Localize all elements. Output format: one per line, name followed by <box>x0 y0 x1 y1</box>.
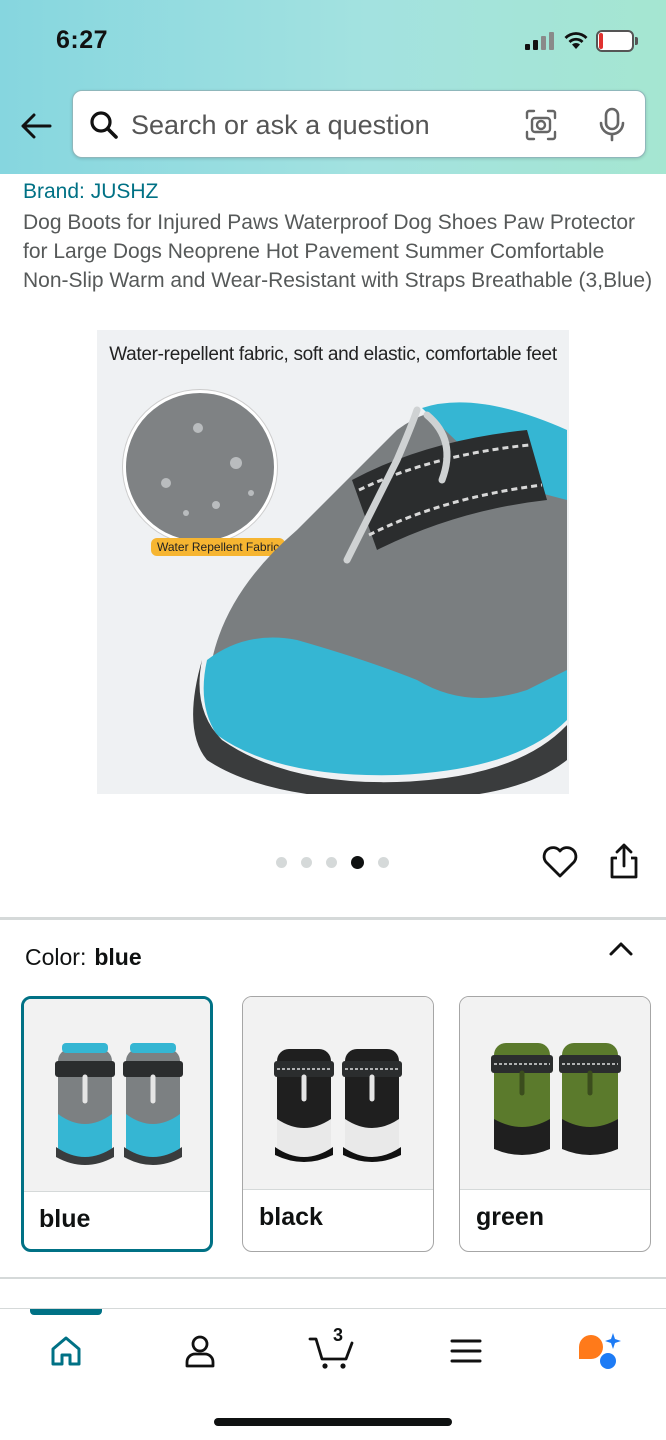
camera-scan-icon[interactable] <box>525 109 557 141</box>
active-tab-indicator <box>30 1309 102 1315</box>
color-option-label: black <box>259 1203 323 1231</box>
battery-indicator: 11 <box>596 30 638 52</box>
swatch-image <box>460 997 650 1189</box>
status-time: 6:27 <box>56 26 109 54</box>
swatch-image <box>243 997 433 1189</box>
search-input[interactable] <box>131 103 501 147</box>
share-icon[interactable] <box>608 842 640 880</box>
nav-cart[interactable]: 3 <box>308 1325 356 1373</box>
header: 6:27 11 <box>0 0 666 174</box>
color-option-green[interactable]: green <box>459 996 651 1252</box>
dog-boot-illustration <box>193 402 567 794</box>
color-option-black[interactable]: black <box>242 996 434 1252</box>
cart-count: 3 <box>333 1325 344 1345</box>
search-icon <box>90 111 118 139</box>
cart-icon <box>308 1337 354 1369</box>
battery-level: 11 <box>609 32 625 49</box>
color-label-text: Color: <box>25 944 87 970</box>
search-bar[interactable] <box>72 90 646 158</box>
nav-home[interactable] <box>42 1329 90 1373</box>
nav-rufus[interactable] <box>574 1329 622 1373</box>
nav-menu[interactable] <box>442 1329 490 1373</box>
color-option-blue[interactable]: blue <box>21 996 213 1252</box>
color-selector-label: Color: blue <box>25 944 142 971</box>
carousel-dot[interactable] <box>326 856 337 868</box>
back-button[interactable] <box>16 106 56 146</box>
status-bar: 6:27 11 <box>0 0 666 80</box>
chevron-up-icon[interactable] <box>608 938 634 960</box>
brand-link[interactable]: Brand: JUSHZ <box>23 180 158 204</box>
color-option-label: blue <box>39 1205 91 1233</box>
heart-icon[interactable] <box>541 843 579 879</box>
arrow-left-icon <box>21 113 52 139</box>
section-divider <box>0 1277 666 1279</box>
nav-account[interactable] <box>176 1329 224 1373</box>
cellular-signal-icon <box>525 32 554 50</box>
home-indicator[interactable] <box>214 1418 452 1426</box>
menu-icon <box>450 1339 482 1363</box>
carousel-dot[interactable] <box>378 856 389 868</box>
product-title: Dog Boots for Injured Paws Waterproof Do… <box>23 211 653 292</box>
rufus-assistant-icon <box>579 1333 621 1369</box>
carousel-dot[interactable] <box>301 856 312 868</box>
swatch-image <box>24 999 210 1191</box>
carousel-dot[interactable] <box>276 856 287 868</box>
carousel-dot-active[interactable] <box>351 855 364 869</box>
account-icon <box>185 1335 215 1368</box>
carousel-dots[interactable] <box>276 855 389 869</box>
selected-color-value: blue <box>94 944 142 970</box>
color-option-label: green <box>476 1203 545 1231</box>
section-divider <box>0 917 666 920</box>
home-icon <box>51 1336 81 1366</box>
product-image[interactable]: Water-repellent fabric, soft and elastic… <box>97 330 569 794</box>
microphone-icon[interactable] <box>597 107 627 143</box>
wifi-icon <box>564 32 588 49</box>
